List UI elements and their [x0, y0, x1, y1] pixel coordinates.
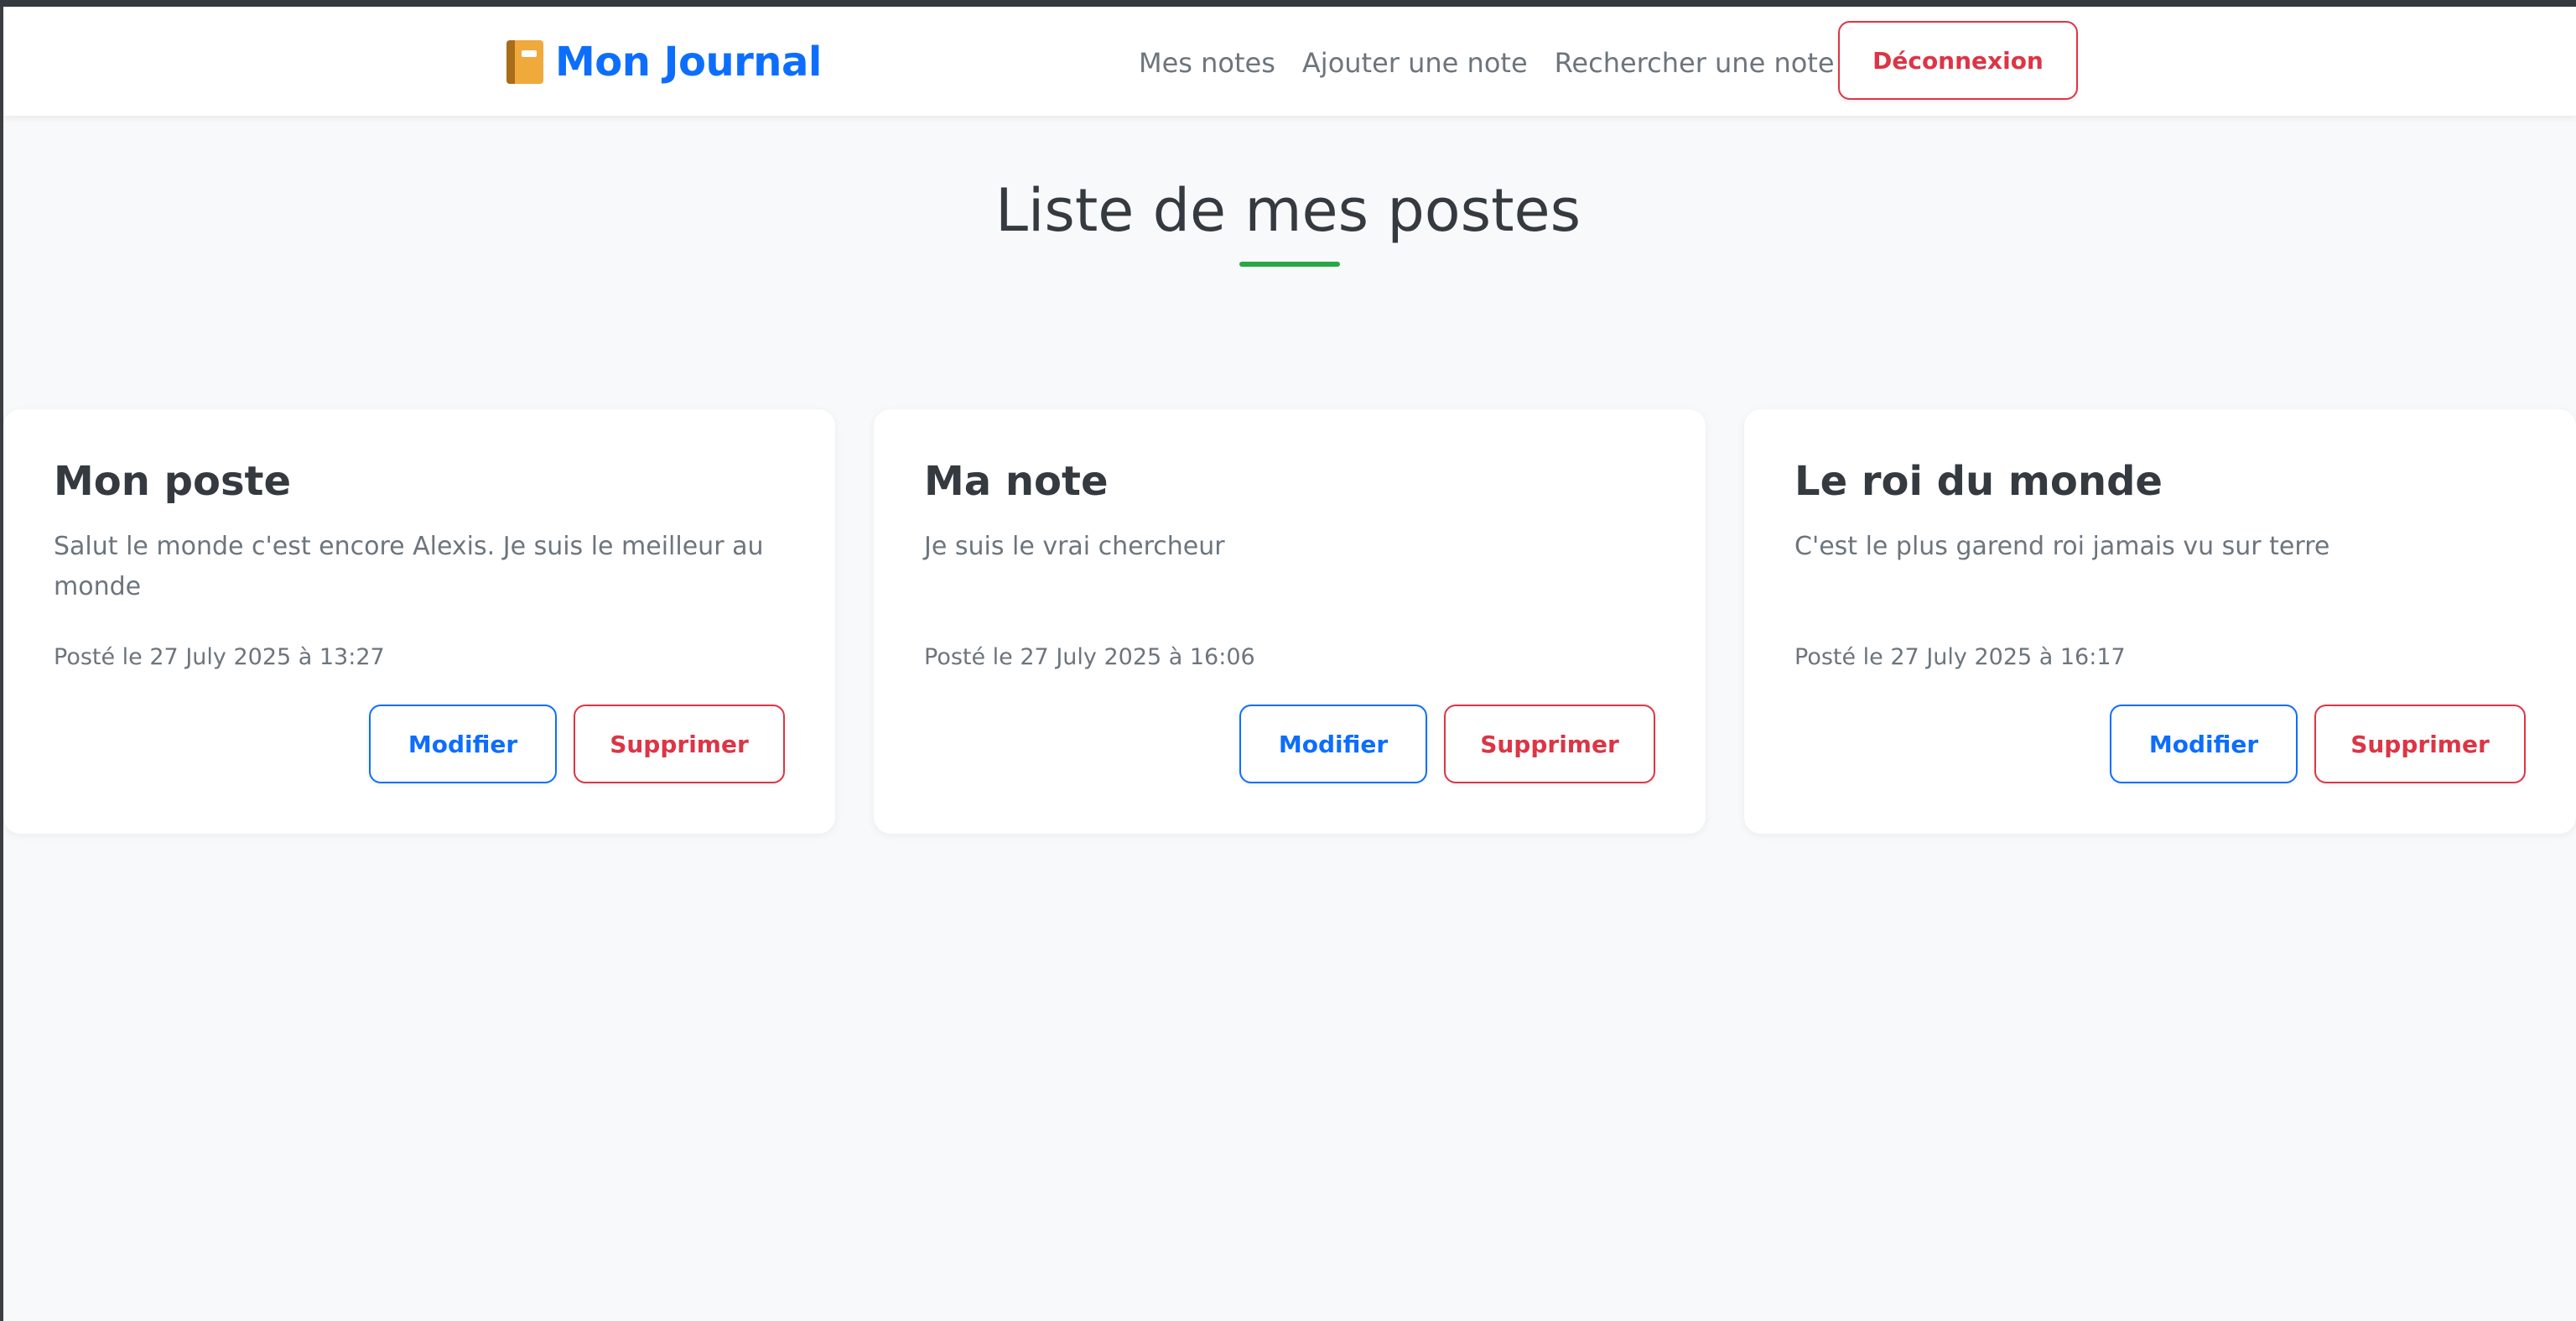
- logout-button[interactable]: Déconnexion: [1838, 21, 2078, 100]
- brand-link[interactable]: Mon Journal: [506, 35, 822, 89]
- nav-link-my-notes[interactable]: Mes notes: [1139, 47, 1275, 79]
- post-title: Mon poste: [54, 458, 292, 505]
- post-date: Posté le 27 July 2025 à 16:17: [1794, 644, 2126, 670]
- delete-button[interactable]: Supprimer: [574, 705, 785, 783]
- navbar: Mon Journal Mes notes Ajouter une note R…: [3, 7, 2576, 116]
- title-underline: [1239, 262, 1340, 267]
- post-date: Posté le 27 July 2025 à 13:27: [54, 644, 385, 670]
- post-card: Ma note Je suis le vrai chercheur Posté …: [874, 409, 1706, 834]
- window-top-strip: [0, 0, 2576, 7]
- post-body: Je suis le vrai chercheur: [924, 532, 1225, 561]
- edit-button[interactable]: Modifier: [369, 705, 557, 783]
- post-title: Ma note: [924, 458, 1109, 505]
- notebook-icon: [506, 40, 543, 84]
- post-body: C'est le plus garend roi jamais vu sur t…: [1794, 532, 2330, 561]
- nav-link-search-note[interactable]: Rechercher une note: [1555, 47, 1835, 79]
- edit-button[interactable]: Modifier: [2110, 705, 2298, 783]
- page-title: Liste de mes postes: [995, 176, 1581, 245]
- post-body: Salut le monde c'est encore Alexis. Je s…: [54, 532, 764, 601]
- delete-button[interactable]: Supprimer: [2314, 705, 2526, 783]
- nav-links: Mes notes Ajouter une note Rechercher un…: [1139, 42, 1835, 84]
- nav-link-add-note[interactable]: Ajouter une note: [1302, 47, 1528, 79]
- brand-name: Mon Journal: [555, 39, 822, 86]
- delete-button[interactable]: Supprimer: [1444, 705, 1655, 783]
- edit-button[interactable]: Modifier: [1239, 705, 1427, 783]
- post-title: Le roi du monde: [1794, 458, 2163, 505]
- post-date: Posté le 27 July 2025 à 16:06: [924, 644, 1255, 670]
- post-card: Le roi du monde C'est le plus garend roi…: [1744, 409, 2576, 834]
- post-card: Mon poste Salut le monde c'est encore Al…: [3, 409, 835, 834]
